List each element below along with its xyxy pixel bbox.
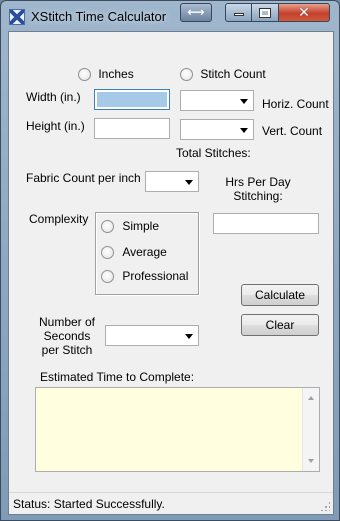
hours-label-line2: Stitching: xyxy=(233,189,283,203)
status-bar: Status: Started Successfully. xyxy=(9,492,333,514)
complexity-simple-radio[interactable]: Simple xyxy=(101,219,160,234)
total-stitches-label: Total Stitches: xyxy=(176,146,251,160)
estimated-time-label: Estimated Time to Complete: xyxy=(40,370,195,384)
app-window: XStitch Time Calculator ⟷ ✕ Inches Stitc… xyxy=(0,0,340,521)
complexity-professional-label: Professional xyxy=(122,269,189,283)
swap-button[interactable]: ⟷ xyxy=(180,3,212,22)
inches-label: Inches xyxy=(98,67,134,81)
complexity-professional-radio[interactable]: Professional xyxy=(101,269,189,284)
height-input[interactable] xyxy=(94,118,170,139)
width-selection xyxy=(97,92,167,107)
chevron-down-icon xyxy=(240,128,248,133)
seconds-label-line1: Number of xyxy=(38,315,96,329)
scroll-up-icon[interactable] xyxy=(308,396,314,400)
fabric-count-label: Fabric Count per inch xyxy=(26,171,141,185)
maximize-icon xyxy=(259,7,271,18)
inches-radio[interactable]: Inches xyxy=(78,67,134,82)
client-area: Inches Stitch Count Width (in.) Height (… xyxy=(8,31,334,515)
seconds-per-stitch-select[interactable] xyxy=(105,325,199,346)
complexity-group: Simple Average Professional xyxy=(95,212,199,295)
swap-arrows-icon: ⟷ xyxy=(187,5,205,19)
chevron-down-icon xyxy=(185,334,193,339)
fabric-count-select[interactable] xyxy=(145,171,199,192)
radio-circle[interactable] xyxy=(101,246,114,260)
horiz-count-select[interactable] xyxy=(180,90,254,111)
seconds-label-line3: per Stitch xyxy=(41,343,93,357)
vertical-scrollbar[interactable] xyxy=(302,388,319,471)
hours-per-day-label: Hrs Per Day Stitching: xyxy=(212,175,304,203)
vert-count-select[interactable] xyxy=(180,119,254,140)
status-text: Status: Started Successfully. xyxy=(13,497,165,511)
seconds-label-line2: Seconds xyxy=(43,329,91,343)
chevron-down-icon xyxy=(185,180,193,185)
stitch-count-label: Stitch Count xyxy=(200,67,266,81)
minimize-button[interactable] xyxy=(225,3,252,22)
vert-count-label: Vert. Count xyxy=(262,124,323,138)
minimize-icon xyxy=(233,13,244,17)
app-icon xyxy=(9,9,25,25)
hours-per-day-input[interactable] xyxy=(213,213,319,234)
calculate-button[interactable]: Calculate xyxy=(241,284,319,306)
estimated-time-output[interactable] xyxy=(35,387,320,472)
complexity-average-radio[interactable]: Average xyxy=(101,245,167,260)
radio-circle[interactable] xyxy=(101,220,114,234)
stitch-count-radio[interactable]: Stitch Count xyxy=(180,67,266,82)
height-label: Height (in.) xyxy=(26,119,85,133)
horiz-count-label: Horiz. Count xyxy=(262,97,329,111)
complexity-average-label: Average xyxy=(122,245,167,259)
close-icon: ✕ xyxy=(298,4,310,20)
radio-circle[interactable] xyxy=(180,68,193,82)
complexity-label: Complexity xyxy=(29,212,89,226)
chevron-down-icon xyxy=(240,99,248,104)
radio-circle[interactable] xyxy=(78,68,91,82)
scroll-down-icon[interactable] xyxy=(308,459,314,463)
title-bar[interactable]: XStitch Time Calculator ⟷ ✕ xyxy=(1,1,339,31)
seconds-per-stitch-label: Number of Seconds per Stitch xyxy=(33,315,101,357)
hours-label-line1: Hrs Per Day xyxy=(225,175,291,189)
complexity-simple-label: Simple xyxy=(122,219,160,233)
width-input[interactable] xyxy=(94,89,170,110)
resize-grip-icon[interactable] xyxy=(320,501,330,511)
maximize-button[interactable] xyxy=(252,3,279,22)
close-button[interactable]: ✕ xyxy=(279,3,330,22)
clear-button[interactable]: Clear xyxy=(241,314,319,336)
radio-circle[interactable] xyxy=(101,270,114,284)
window-title: XStitch Time Calculator xyxy=(31,9,167,24)
width-label: Width (in.) xyxy=(26,90,81,104)
